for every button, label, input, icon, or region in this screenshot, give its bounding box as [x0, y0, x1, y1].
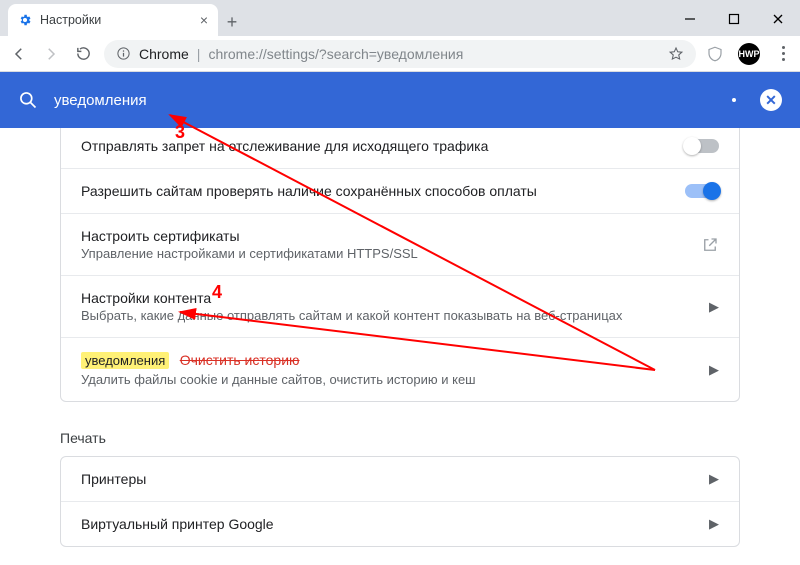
privacy-card: Отправлять запрет на отслеживание для ис… — [60, 128, 740, 402]
chevron-right-icon: ▶ — [709, 362, 719, 378]
search-icon — [18, 90, 38, 110]
address-bar[interactable]: Chrome | chrome://settings/?search=уведо… — [104, 40, 696, 68]
forward-button[interactable] — [40, 43, 62, 65]
tab-title: Настройки — [40, 13, 101, 27]
chevron-right-icon: ▶ — [709, 516, 719, 532]
row-content-settings[interactable]: Настройки контента Выбрать, какие данные… — [61, 275, 739, 337]
row-clear-history[interactable]: уведомления Очистить историю Удалить фай… — [61, 337, 739, 401]
window-close-button[interactable] — [756, 2, 800, 36]
row-certificates[interactable]: Настроить сертификаты Управление настрой… — [61, 213, 739, 275]
window-maximize-button[interactable] — [712, 2, 756, 36]
new-tab-button[interactable]: + — [218, 8, 246, 36]
row-subtitle: Удалить файлы cookie и данные сайтов, оч… — [81, 372, 695, 387]
row-do-not-track[interactable]: Отправлять запрет на отслеживание для ис… — [61, 128, 739, 168]
indicator-dot — [732, 98, 736, 102]
row-title: Виртуальный принтер Google — [81, 516, 695, 532]
omnibox-url: chrome://settings/?search=уведомления — [208, 46, 463, 62]
browser-tab[interactable]: Настройки × — [8, 4, 218, 36]
profile-avatar[interactable]: HWP — [738, 43, 760, 65]
search-highlight: уведомления — [81, 352, 169, 369]
shield-icon[interactable] — [706, 45, 724, 63]
toggle-do-not-track[interactable] — [685, 139, 719, 153]
window-titlebar: Настройки × + — [0, 0, 800, 36]
row-title-struck: Очистить историю — [180, 352, 300, 368]
window-controls — [668, 2, 800, 36]
row-subtitle: Управление настройками и сертификатами H… — [81, 246, 687, 261]
row-payment-check[interactable]: Разрешить сайтам проверять наличие сохра… — [61, 168, 739, 213]
row-subtitle: Выбрать, какие данные отправлять сайтам … — [81, 308, 695, 323]
chevron-right-icon: ▶ — [709, 299, 719, 315]
external-link-icon — [701, 236, 719, 254]
row-title: Настройки контента — [81, 290, 695, 306]
settings-search-header: ✕ — [0, 72, 800, 128]
star-icon[interactable] — [668, 46, 684, 62]
row-printers[interactable]: Принтеры ▶ — [61, 457, 739, 501]
omnibox-prefix: Chrome — [139, 46, 189, 62]
row-title: Принтеры — [81, 471, 695, 487]
clear-search-button[interactable]: ✕ — [760, 89, 782, 111]
row-virtual-printer[interactable]: Виртуальный принтер Google ▶ — [61, 501, 739, 546]
menu-button[interactable] — [774, 46, 792, 61]
gear-icon — [18, 13, 32, 27]
settings-content: Отправлять запрет на отслеживание для ис… — [0, 128, 800, 560]
reload-button[interactable] — [72, 43, 94, 65]
row-title: Отправлять запрет на отслеживание для ис… — [81, 138, 671, 154]
window-minimize-button[interactable] — [668, 2, 712, 36]
back-button[interactable] — [8, 43, 30, 65]
toggle-payment-check[interactable] — [685, 184, 719, 198]
print-card: Принтеры ▶ Виртуальный принтер Google ▶ — [60, 456, 740, 547]
browser-toolbar: Chrome | chrome://settings/?search=уведо… — [0, 36, 800, 72]
chevron-right-icon: ▶ — [709, 471, 719, 487]
row-title: Настроить сертификаты — [81, 228, 687, 244]
site-info-icon — [116, 46, 131, 61]
row-title: Разрешить сайтам проверять наличие сохра… — [81, 183, 671, 199]
tab-close-icon[interactable]: × — [200, 12, 208, 28]
settings-search-input[interactable] — [54, 92, 716, 109]
section-title-print: Печать — [60, 426, 740, 446]
